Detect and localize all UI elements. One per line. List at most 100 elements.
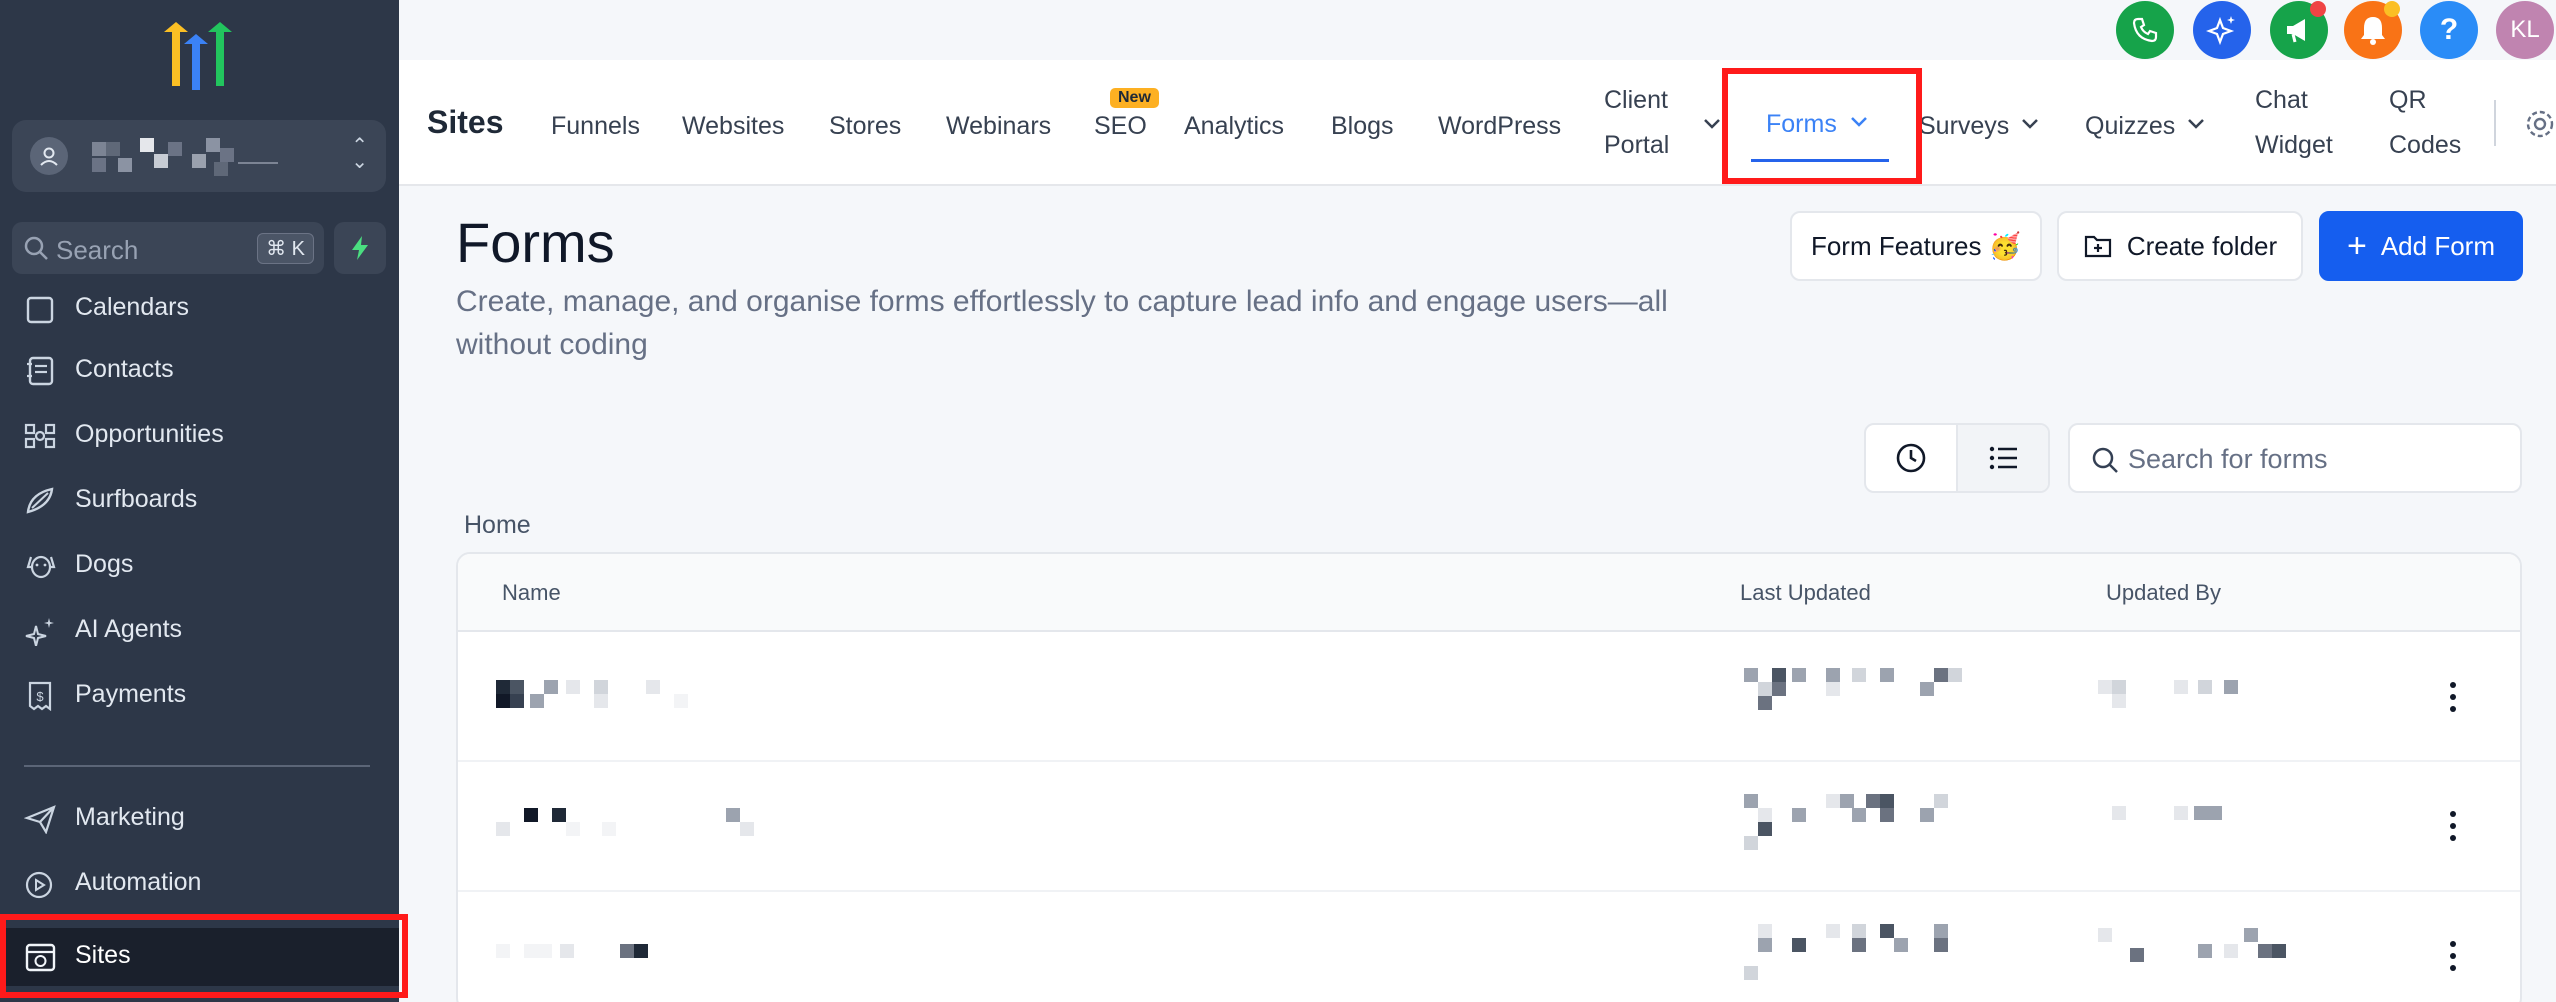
app-logo[interactable] — [150, 18, 246, 90]
sidebar-item-calendars[interactable]: Calendars — [0, 280, 399, 336]
payments-icon: $ — [28, 681, 52, 711]
tab-label-line: QR — [2389, 86, 2427, 114]
create-folder-button[interactable]: Create folder — [2057, 211, 2303, 281]
tab-surveys[interactable]: Surveys — [1919, 112, 2009, 141]
row-actions-button[interactable] — [2438, 806, 2468, 846]
sidebar-item-dogs[interactable]: Dogs — [0, 537, 399, 593]
sidebar-item-contacts[interactable]: Contacts — [0, 342, 399, 398]
switcher-chevron-icon: ⌃ ⌄ — [351, 135, 368, 173]
sidebar-search-placeholder: Search — [56, 235, 139, 265]
sidebar-search[interactable]: Search ⌘ K — [12, 222, 324, 274]
tab-label-line: Widget — [2255, 131, 2333, 159]
dog-icon — [26, 555, 56, 579]
table-row[interactable] — [458, 632, 2520, 762]
opportunities-icon — [24, 423, 56, 449]
sidebar-item-label: Dogs — [75, 550, 134, 578]
tab-client-portal[interactable]: Client Portal — [1604, 78, 1669, 168]
location-avatar-icon — [30, 137, 68, 175]
location-switcher[interactable]: ⌃ ⌄ — [12, 120, 386, 192]
table-header: Name Last Updated Updated By — [458, 554, 2520, 632]
help-icon: ? — [2439, 13, 2459, 46]
search-shortcut-badge: ⌘ K — [257, 233, 314, 264]
page-description: Create, manage, and organise forms effor… — [456, 285, 1668, 361]
sidebar-item-surfboards[interactable]: Surfboards — [0, 472, 399, 528]
sidebar-item-label: Automation — [75, 868, 202, 896]
sidebar-item-marketing[interactable]: Marketing — [0, 790, 399, 846]
tab-websites[interactable]: Websites — [682, 112, 784, 141]
contacts-icon — [27, 356, 54, 386]
tab-label-line: Client — [1604, 86, 1668, 114]
top-nav: Sites Funnels Websites Stores Webinars N… — [399, 60, 2556, 186]
folder-plus-icon — [2084, 235, 2111, 258]
sidebar: ⌃ ⌄ Search ⌘ K Calendars Contacts Opportu… — [0, 0, 399, 1002]
sidebar-item-payments[interactable]: $ Payments — [0, 667, 399, 723]
location-name-redacted — [88, 138, 288, 176]
page-title: Forms — [456, 211, 615, 274]
view-toggle — [1864, 423, 2050, 493]
chevron-down-icon — [2022, 119, 2038, 129]
breadcrumb[interactable]: Home — [464, 511, 531, 540]
sparkle-icon — [2206, 16, 2235, 46]
tab-blogs[interactable]: Blogs — [1331, 112, 1394, 141]
kebab-menu-icon — [2450, 682, 2456, 712]
sidebar-item-label: Opportunities — [75, 420, 224, 448]
notifications-button[interactable] — [2344, 1, 2402, 59]
table-row[interactable] — [458, 762, 2520, 892]
row-actions-button[interactable] — [2438, 936, 2468, 976]
tab-funnels[interactable]: Funnels — [551, 112, 640, 141]
forms-table: Name Last Updated Updated By — [456, 552, 2522, 1002]
search-icon — [2092, 447, 2118, 473]
tab-chat-widget[interactable]: Chat Widget — [2255, 78, 2333, 168]
sidebar-item-opportunities[interactable]: Opportunities — [0, 407, 399, 463]
search-icon — [24, 236, 48, 260]
announcements-button[interactable] — [2270, 1, 2328, 59]
clock-icon — [1896, 443, 1926, 473]
phone-button[interactable] — [2116, 1, 2174, 59]
phone-icon — [2132, 17, 2158, 43]
chevron-down-icon — [1704, 119, 1720, 129]
bolt-icon — [352, 236, 368, 260]
column-header-updated-by[interactable]: Updated By — [2106, 580, 2221, 606]
row-actions-button[interactable] — [2438, 677, 2468, 717]
add-form-button[interactable]: + Add Form — [2319, 211, 2523, 281]
megaphone-icon — [2287, 19, 2305, 43]
surfboard-icon — [26, 487, 54, 514]
tab-webinars[interactable]: Webinars — [946, 112, 1051, 141]
form-features-button[interactable]: Form Features 🥳 — [1790, 211, 2042, 281]
highlight-box-sites — [0, 914, 408, 998]
tab-label-line: Chat — [2255, 86, 2308, 114]
automation-icon — [25, 871, 53, 899]
quick-action-button[interactable] — [334, 222, 386, 274]
sidebar-item-label: Contacts — [75, 355, 174, 383]
tab-qr-codes[interactable]: QR Codes — [2389, 78, 2461, 168]
sidebar-item-label: Payments — [75, 680, 187, 708]
tab-stores[interactable]: Stores — [829, 112, 901, 141]
column-header-name[interactable]: Name — [502, 580, 561, 606]
tab-quizzes[interactable]: Quizzes — [2085, 112, 2175, 141]
table-row[interactable] — [458, 892, 2520, 1002]
chevron-down-icon — [2188, 119, 2204, 129]
sidebar-item-ai-agents[interactable]: AI Agents — [0, 602, 399, 658]
tab-analytics[interactable]: Analytics — [1184, 112, 1284, 141]
column-header-last-updated[interactable]: Last Updated — [1740, 580, 1871, 606]
gear-icon[interactable] — [2524, 108, 2556, 140]
user-avatar[interactable]: KL — [2496, 1, 2554, 59]
list-view-button[interactable] — [1958, 425, 2048, 491]
recent-view-button[interactable] — [1866, 425, 1958, 491]
new-badge: New — [1110, 88, 1159, 108]
sidebar-item-label: Marketing — [75, 803, 185, 831]
sidebar-item-automation[interactable]: Automation — [0, 855, 399, 911]
sidebar-divider — [24, 765, 370, 767]
tab-seo[interactable]: SEO — [1094, 112, 1147, 141]
notification-dot — [2384, 1, 2400, 17]
svg-text:$: $ — [36, 689, 44, 704]
avatar-initials: KL — [2510, 16, 2540, 43]
bell-icon — [2361, 17, 2385, 45]
tab-wordpress[interactable]: WordPress — [1438, 112, 1561, 141]
tab-label-line: Codes — [2389, 131, 2462, 159]
kebab-menu-icon — [2450, 811, 2456, 841]
search-forms-input[interactable] — [2128, 439, 2508, 479]
highlight-box-forms — [1722, 68, 1922, 184]
help-button[interactable]: ? — [2420, 1, 2478, 59]
ai-assistant-button[interactable] — [2193, 1, 2251, 59]
